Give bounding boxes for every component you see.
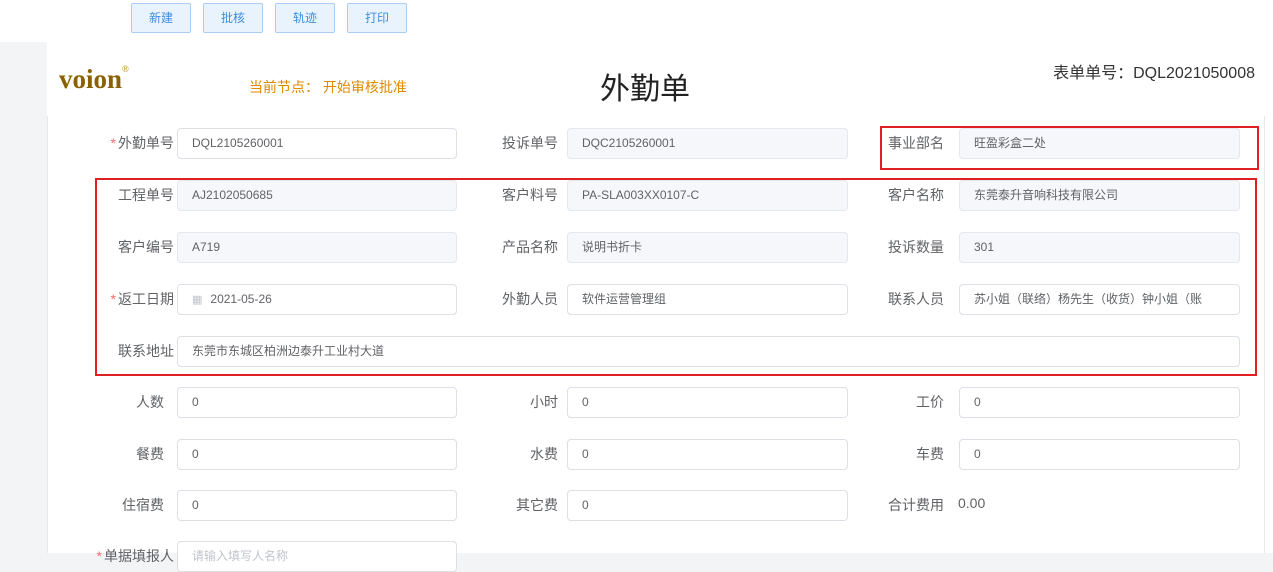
contact-address-input[interactable]: 东莞市东城区柏洲边泰升工业村大道 [177,336,1240,367]
top-toolbar: 新建 批核 轨迹 打印 [0,0,1273,42]
fieldwork-no-label: * 外勤单号 [110,135,174,151]
total-fee-value: 0.00 [958,495,986,511]
complaint-qty-input[interactable]: 301 [959,232,1240,263]
customer-code-input[interactable]: A719 [177,232,457,263]
water-fee-input[interactable]: 0 [567,439,848,470]
hours-label: 小时 [530,394,558,410]
calendar-icon: ▦ [192,294,203,306]
division-label: 事业部名 [888,135,944,151]
field-staff-input[interactable]: 软件运营管理组 [567,284,848,315]
headcount-input[interactable]: 0 [177,387,457,418]
lodging-fee-label: 住宿费 [122,497,164,513]
print-button[interactable]: 打印 [347,3,407,33]
headcount-label: 人数 [136,394,164,410]
wage-label: 工价 [916,394,944,410]
form-sheet: voion® 当前节点： 开始审核批准 外勤单 表单单号：DQL20210500… [47,42,1273,572]
product-name-input[interactable]: 说明书折卡 [567,232,848,263]
contact-person-label: 联系人员 [888,291,944,307]
customer-part-no-input[interactable]: PA-SLA003XX0107-C [567,180,848,211]
complaint-no-input[interactable]: DQC2105260001 [567,128,848,159]
division-input[interactable]: 旺盈彩盒二处 [959,128,1240,159]
rework-date-value: 2021-05-26 [210,292,272,306]
track-button[interactable]: 轨迹 [275,3,335,33]
field-staff-label: 外勤人员 [502,291,558,307]
product-name-label: 产品名称 [502,239,558,255]
document-filler-input[interactable]: 请输入填写人名称 [177,541,457,572]
rework-date-picker[interactable]: ▦ 2021-05-26 [177,284,457,315]
page-title: 外勤单 [600,73,690,106]
voion-logo: voion® [59,64,129,94]
lodging-fee-input[interactable]: 0 [177,490,457,521]
rework-date-label: * 返工日期 [110,291,174,307]
water-fee-label: 水费 [530,446,558,462]
project-no-input[interactable]: AJ2102050685 [177,180,457,211]
total-fee-label: 合计费用 [888,497,944,513]
travel-fee-input[interactable]: 0 [959,439,1240,470]
project-no-label: 工程单号 [118,187,174,203]
form-body: * 外勤单号 DQL2105260001 投诉单号 DQC2105260001 事… [47,116,1265,572]
customer-code-label: 客户编号 [118,239,174,255]
contact-address-label: 联系地址 [118,343,174,359]
complaint-qty-label: 投诉数量 [888,239,944,255]
new-button[interactable]: 新建 [131,3,191,33]
approve-button[interactable]: 批核 [203,3,263,33]
document-filler-label: * 单据填报人 [96,548,174,564]
hours-input[interactable]: 0 [567,387,848,418]
form-header: voion® 当前节点： 开始审核批准 外勤单 表单单号：DQL20210500… [47,42,1273,116]
current-node: 当前节点： 开始审核批准 [249,79,407,95]
customer-name-input[interactable]: 东莞泰升音响科技有限公司 [959,180,1240,211]
contact-person-input[interactable]: 苏小姐（联络）杨先生（收货）钟小姐（账 [959,284,1240,315]
other-fee-label: 其它费 [516,497,558,513]
wage-input[interactable]: 0 [959,387,1240,418]
meal-fee-input[interactable]: 0 [177,439,457,470]
fieldwork-no-input[interactable]: DQL2105260001 [177,128,457,159]
travel-fee-label: 车费 [916,446,944,462]
other-fee-input[interactable]: 0 [567,490,848,521]
customer-part-no-label: 客户料号 [502,187,558,203]
form-number: 表单单号：DQL2021050008 [1053,65,1255,82]
complaint-no-label: 投诉单号 [502,135,558,151]
customer-name-label: 客户名称 [888,187,944,203]
meal-fee-label: 餐费 [136,446,164,462]
